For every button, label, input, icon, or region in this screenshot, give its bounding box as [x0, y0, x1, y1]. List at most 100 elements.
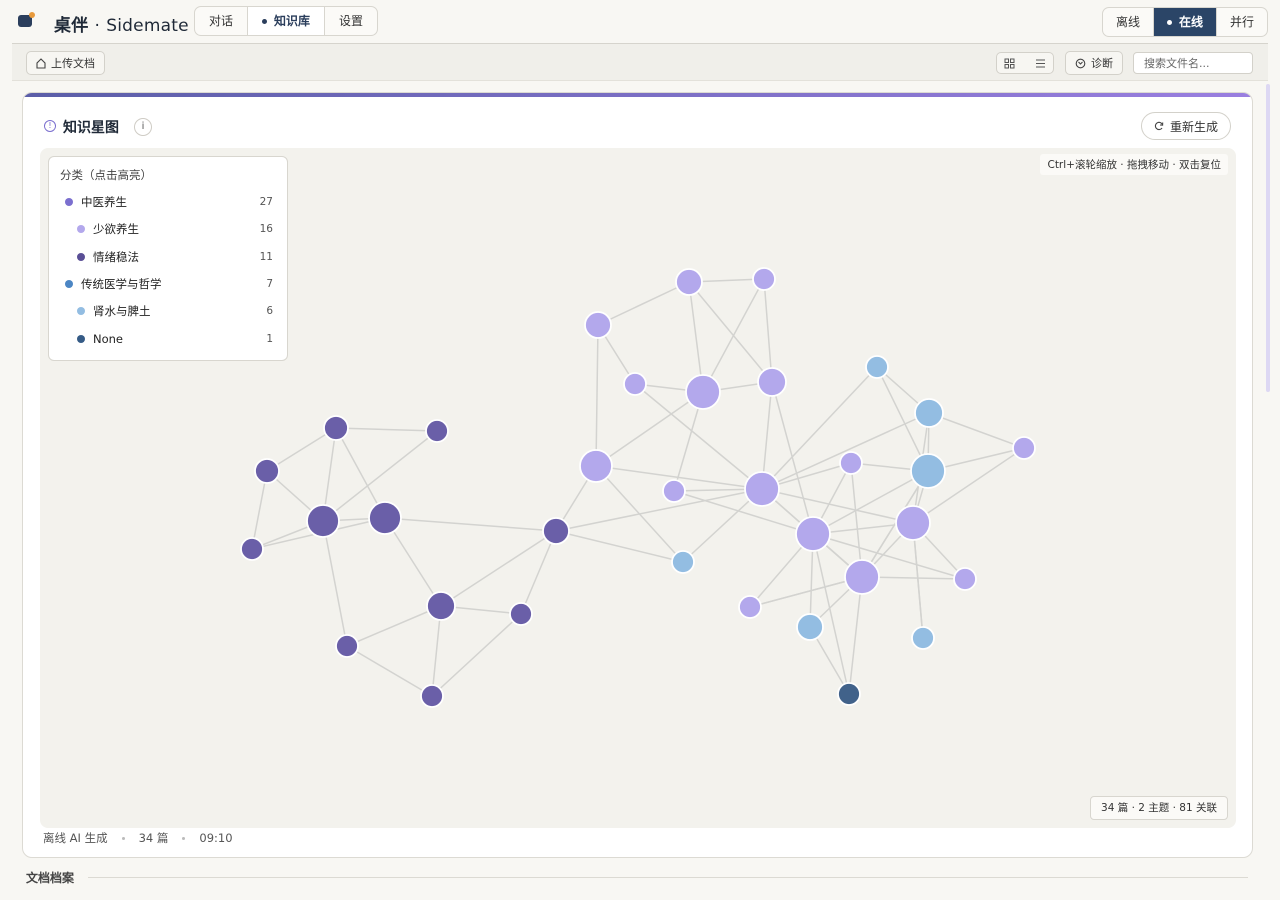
graph-node[interactable]: [910, 453, 946, 489]
diagnose-button[interactable]: 诊断: [1065, 51, 1123, 75]
brand-separator: ·: [94, 16, 101, 36]
archive-section-label: 文档档案: [26, 871, 75, 885]
graph-edge: [761, 488, 914, 524]
graph-node[interactable]: [738, 595, 762, 619]
graph-node[interactable]: [335, 634, 359, 658]
card-title: 知识星图: [63, 120, 119, 136]
mode-offline-label: 离线: [1115, 15, 1140, 29]
graph-edge: [597, 281, 690, 326]
graph-node[interactable]: [796, 613, 824, 641]
graph-node[interactable]: [752, 267, 776, 291]
graph-node[interactable]: [240, 537, 264, 561]
upload-label: 上传文档: [51, 57, 95, 70]
graph-edge: [688, 281, 773, 383]
graph-edge: [673, 490, 814, 535]
graph-node[interactable]: [895, 505, 931, 541]
graph-edge: [440, 530, 557, 607]
legend-item[interactable]: 传统医学与哲学 7: [49, 273, 289, 295]
app-brand: 桌伴 · Sidemate: [54, 11, 189, 36]
graph-node[interactable]: [671, 550, 695, 574]
graph-node[interactable]: [509, 602, 533, 626]
tab-chat-label: 对话: [209, 14, 234, 28]
active-dot-icon: [262, 18, 268, 24]
graph-edge: [335, 427, 438, 432]
stethoscope-icon: [1075, 58, 1086, 68]
search-input[interactable]: [1133, 52, 1253, 74]
graph-node[interactable]: [420, 684, 444, 708]
upload-button[interactable]: 上传文档: [26, 51, 105, 75]
graph-edge: [322, 520, 348, 647]
mode-switch: 离线 在线 并行: [1101, 7, 1268, 37]
brand-name: 桌伴: [54, 16, 89, 36]
graph-node[interactable]: [662, 479, 686, 503]
tab-chat[interactable]: 对话: [195, 7, 249, 35]
legend-dot-icon: [77, 252, 85, 261]
graph-edge: [346, 605, 442, 647]
graph-edge: [812, 533, 966, 580]
graph-edge: [761, 412, 930, 490]
graph-edge: [384, 517, 557, 532]
tab-knowledge[interactable]: 知识库: [248, 7, 326, 35]
graph-node[interactable]: [584, 311, 612, 339]
regenerate-label: 重新生成: [1169, 119, 1218, 134]
graph-node[interactable]: [795, 516, 831, 552]
graph-stats: 34 篇 · 2 主题 · 81 关联: [1090, 796, 1228, 820]
graph-canvas[interactable]: 分类（点击高亮） 中医养生 27 少欲养生 16 情绪稳法 11 传统医学与哲学 7 肾水与脾土…: [40, 148, 1236, 828]
graph-node[interactable]: [254, 458, 280, 484]
graph-node[interactable]: [306, 504, 340, 538]
legend-count: 16: [259, 223, 273, 236]
view-toggle: [996, 52, 1054, 74]
legend-item[interactable]: 肾水与脾土 6: [49, 300, 289, 322]
graph-node[interactable]: [623, 372, 647, 396]
graph-node[interactable]: [685, 374, 721, 410]
legend-item[interactable]: 中医养生 27: [49, 191, 289, 213]
legend-item[interactable]: None 1: [49, 328, 289, 350]
diagnose-label: 诊断: [1091, 57, 1113, 70]
graph-node[interactable]: [426, 591, 456, 621]
legend-item[interactable]: 少欲养生 16: [49, 218, 289, 240]
legend-label: 少欲养生: [93, 222, 139, 237]
graph-edge: [555, 488, 763, 532]
grid-view-icon[interactable]: [997, 58, 1023, 69]
graph-node[interactable]: [837, 682, 861, 706]
legend-count: 1: [266, 332, 273, 345]
graph-node[interactable]: [953, 567, 977, 591]
graph-node[interactable]: [542, 517, 570, 545]
graph-node[interactable]: [914, 398, 944, 428]
legend-title: 分类（点击高亮）: [60, 168, 152, 182]
list-view-icon[interactable]: [1028, 59, 1054, 68]
graph-node[interactable]: [911, 626, 935, 650]
graph-node[interactable]: [323, 415, 349, 441]
brand-sub: Sidemate: [106, 16, 189, 36]
tab-settings[interactable]: 设置: [325, 7, 377, 35]
main-nav: 对话 知识库 设置: [194, 6, 379, 36]
graph-edge: [771, 381, 814, 535]
mode-parallel-label: 并行: [1229, 15, 1254, 29]
graph-edge: [595, 324, 599, 467]
mode-parallel-button[interactable]: 并行: [1217, 8, 1267, 36]
legend-item[interactable]: 情绪稳法 11: [49, 246, 289, 268]
scrollbar[interactable]: [1266, 84, 1270, 392]
legend-dot-icon: [77, 334, 85, 343]
card-footer: 离线 AI 生成 34 篇 09:10: [43, 830, 233, 846]
graph-node[interactable]: [744, 471, 780, 507]
toolbar: 上传文档 诊断: [12, 43, 1268, 81]
mode-online-button[interactable]: 在线: [1153, 8, 1217, 36]
graph-node[interactable]: [368, 501, 402, 535]
graph-node[interactable]: [579, 449, 613, 483]
graph-edge: [346, 645, 433, 697]
archive-divider: [88, 877, 1248, 878]
graph-node[interactable]: [757, 367, 787, 397]
graph-node[interactable]: [1012, 436, 1036, 460]
footer-count: 34 篇: [138, 831, 169, 845]
info-icon[interactable]: i: [134, 118, 152, 136]
regenerate-button[interactable]: 重新生成: [1140, 112, 1231, 140]
knowledge-graph-card: ! 知识星图 i 重新生成 分类（点击高亮） 中医养生 27 少欲养生 16 情绪稳法 1…: [22, 92, 1253, 858]
mode-offline-button[interactable]: 离线: [1103, 8, 1154, 36]
graph-node[interactable]: [839, 451, 863, 475]
legend-label: 肾水与脾土: [93, 304, 151, 319]
graph-node[interactable]: [425, 419, 449, 443]
graph-node[interactable]: [844, 559, 880, 595]
graph-node[interactable]: [865, 355, 889, 379]
graph-node[interactable]: [675, 268, 703, 296]
